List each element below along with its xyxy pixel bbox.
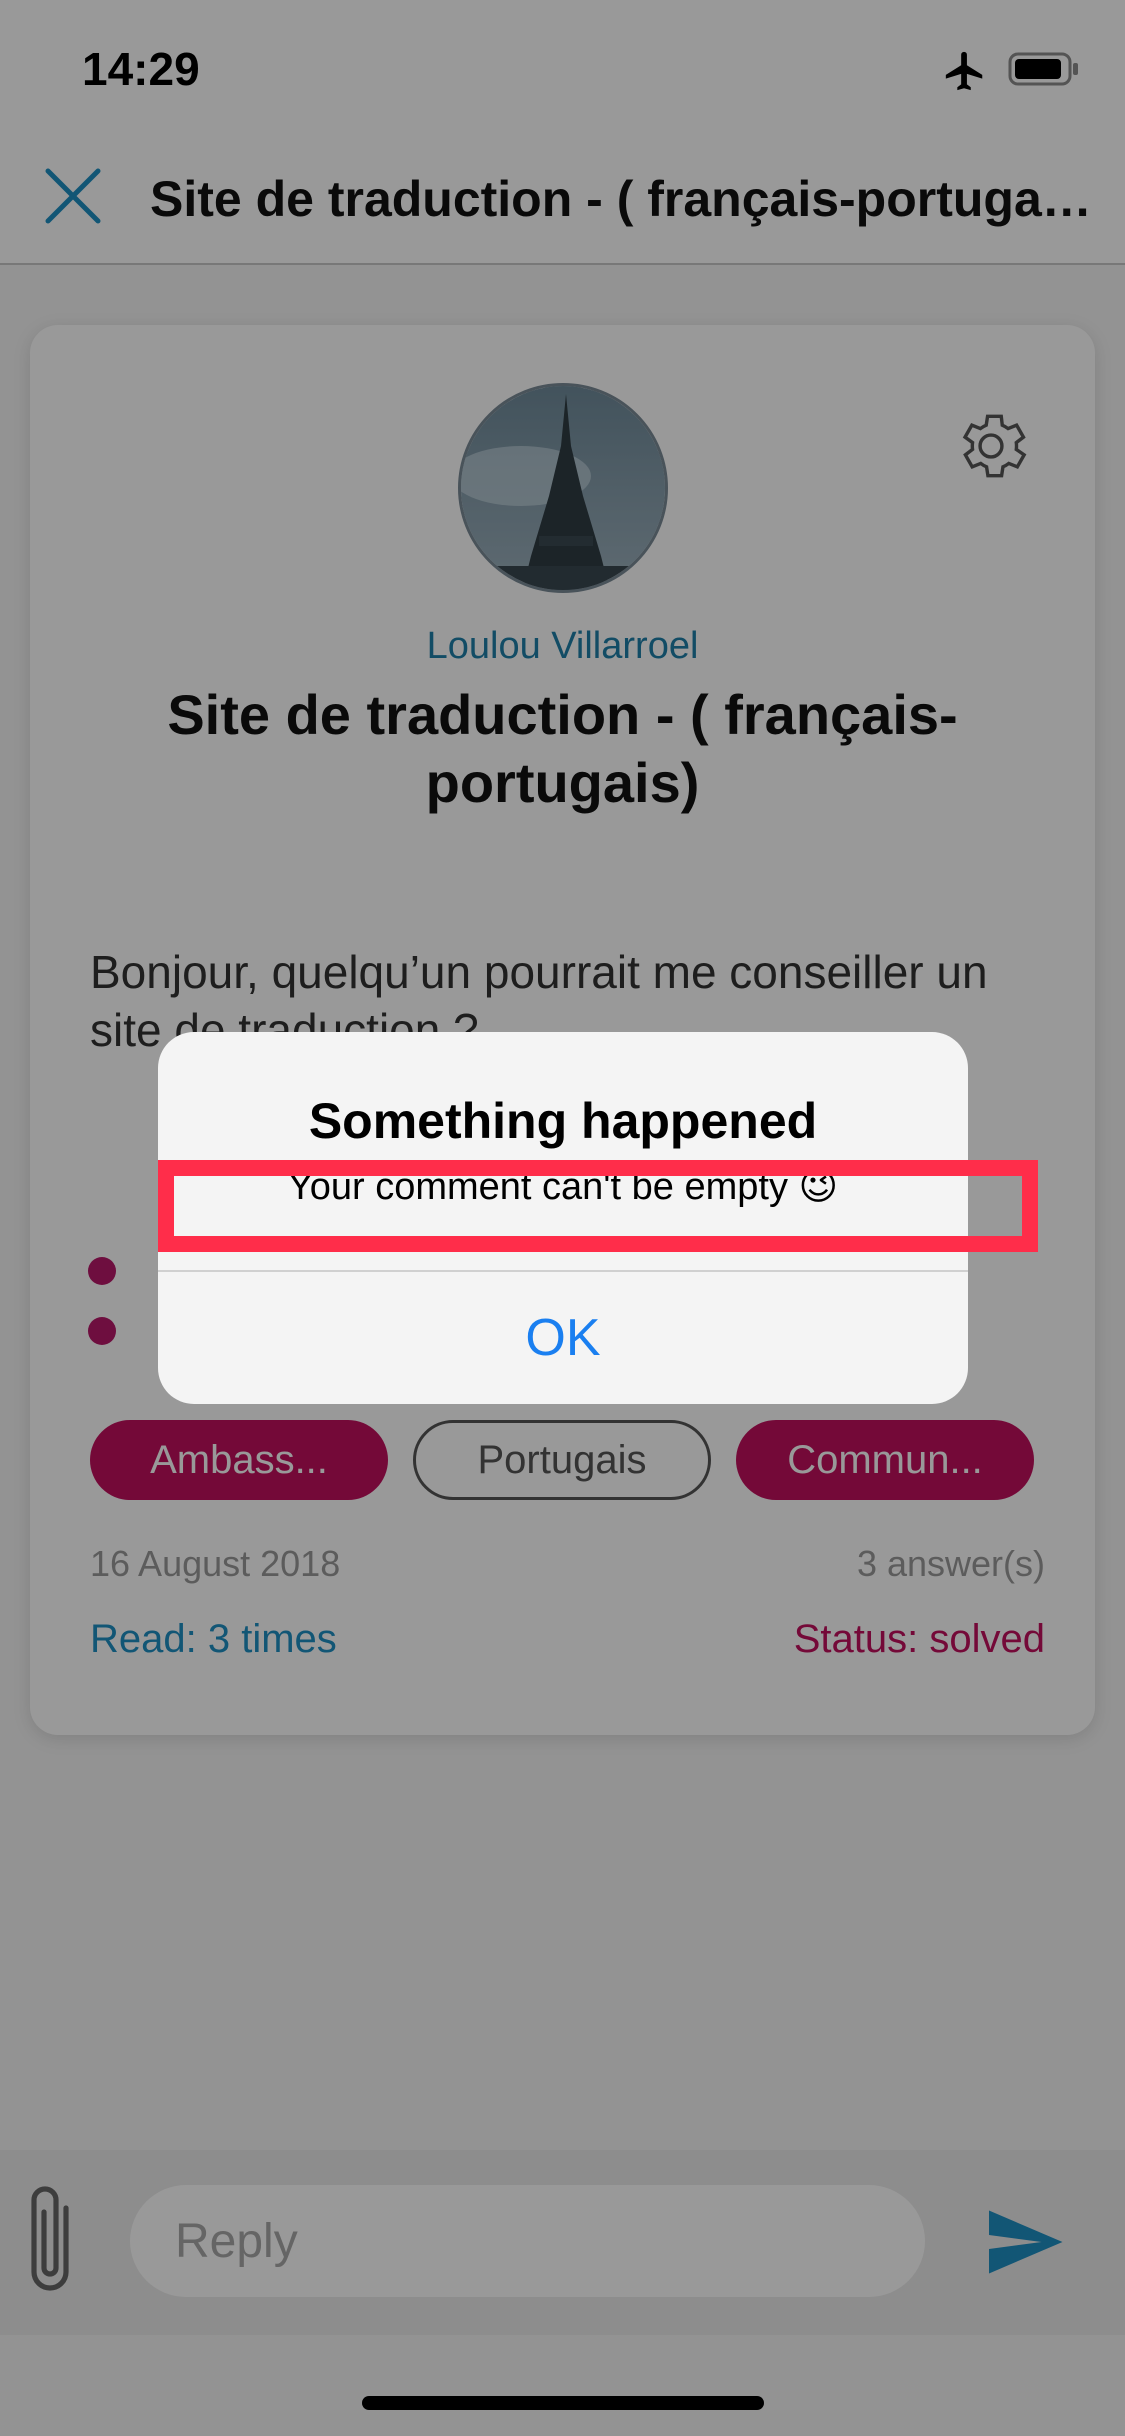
- alert-title: Something happened: [308, 1093, 818, 1149]
- highlight-box: [158, 1160, 1038, 1252]
- ok-button[interactable]: OK: [158, 1272, 968, 1404]
